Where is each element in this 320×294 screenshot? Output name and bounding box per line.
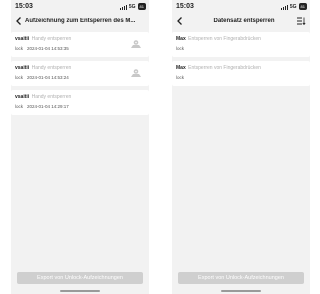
export-button[interactable]: Export von Unlock-Aufzeichnungen (178, 272, 304, 284)
record-type: lock (15, 46, 24, 51)
record-type: lock (176, 75, 185, 80)
signal-icon (119, 4, 127, 10)
home-indicator (221, 290, 261, 292)
record-card[interactable]: vsaitii Handy entsperren lock 2024-01-04 … (11, 61, 149, 86)
page-title: Datensatz entsperren (213, 18, 275, 24)
status-icons: 5G 81 (119, 3, 146, 10)
export-button[interactable]: Export von Unlock-Aufzeichnungen (17, 272, 143, 284)
record-type: lock (15, 104, 24, 109)
page-title: Aufzeichnung zum Entsperren des M... (25, 18, 136, 24)
record-user: vsaitii (15, 36, 30, 42)
record-description: Handy entsperren (31, 36, 72, 42)
record-description: Entsperren von Fingerabdrücken (188, 36, 261, 42)
record-description: Entsperren von Fingerabdrücken (188, 65, 261, 71)
record-user: Max (176, 36, 186, 42)
record-description: Handy entsperren (31, 65, 72, 71)
record-card[interactable]: Max Entsperren von Fingerabdrücken lock (172, 32, 310, 57)
status-bar: 15:03 5G 81 (172, 0, 310, 14)
phone-location-icon (131, 69, 141, 77)
status-time: 15:03 (15, 3, 33, 10)
record-list: vsaitii Handy entsperren lock 2024-01-04 … (11, 32, 149, 119)
left-phone-screen: 15:03 5G 81 Aufzeichnung zum Entsperren … (11, 0, 149, 294)
sort-list-icon[interactable] (297, 17, 306, 25)
record-description: Handy entsperren (31, 94, 72, 100)
signal-icon (280, 4, 288, 10)
network-label: 5G (289, 3, 297, 10)
record-time: 2024-01-04 14:53:35 (27, 46, 69, 51)
chevron-left-icon[interactable] (14, 16, 24, 26)
nav-bar: Aufzeichnung zum Entsperren des M... (11, 14, 149, 30)
battery-icon: 81 (298, 3, 307, 10)
record-card[interactable]: vsaitii Handy entsperren lock 2024-01-04 … (11, 90, 149, 115)
record-user: Max (176, 65, 186, 71)
chevron-left-icon[interactable] (175, 16, 185, 26)
record-card[interactable]: Max Entsperren von Fingerabdrücken lock (172, 61, 310, 86)
record-user: vsaitii (15, 94, 30, 100)
record-type: lock (176, 46, 185, 51)
home-indicator (60, 290, 100, 292)
battery-icon: 81 (137, 3, 146, 10)
record-time: 2024-01-04 14:29:17 (27, 104, 69, 109)
record-card[interactable]: vsaitii Handy entsperren lock 2024-01-04 … (11, 32, 149, 57)
status-time: 15:03 (176, 3, 194, 10)
status-bar: 15:03 5G 81 (11, 0, 149, 14)
network-label: 5G (128, 3, 136, 10)
right-phone-screen: 15:03 5G 81 Datensatz entsperren Max Ent… (172, 0, 310, 294)
record-type: lock (15, 75, 24, 80)
nav-bar: Datensatz entsperren (172, 14, 310, 30)
record-time: 2024-01-04 14:53:24 (27, 75, 69, 80)
record-user: vsaitii (15, 65, 30, 71)
status-icons: 5G 81 (280, 3, 307, 10)
phone-location-icon (131, 40, 141, 48)
record-list: Max Entsperren von Fingerabdrücken lock … (172, 32, 310, 90)
